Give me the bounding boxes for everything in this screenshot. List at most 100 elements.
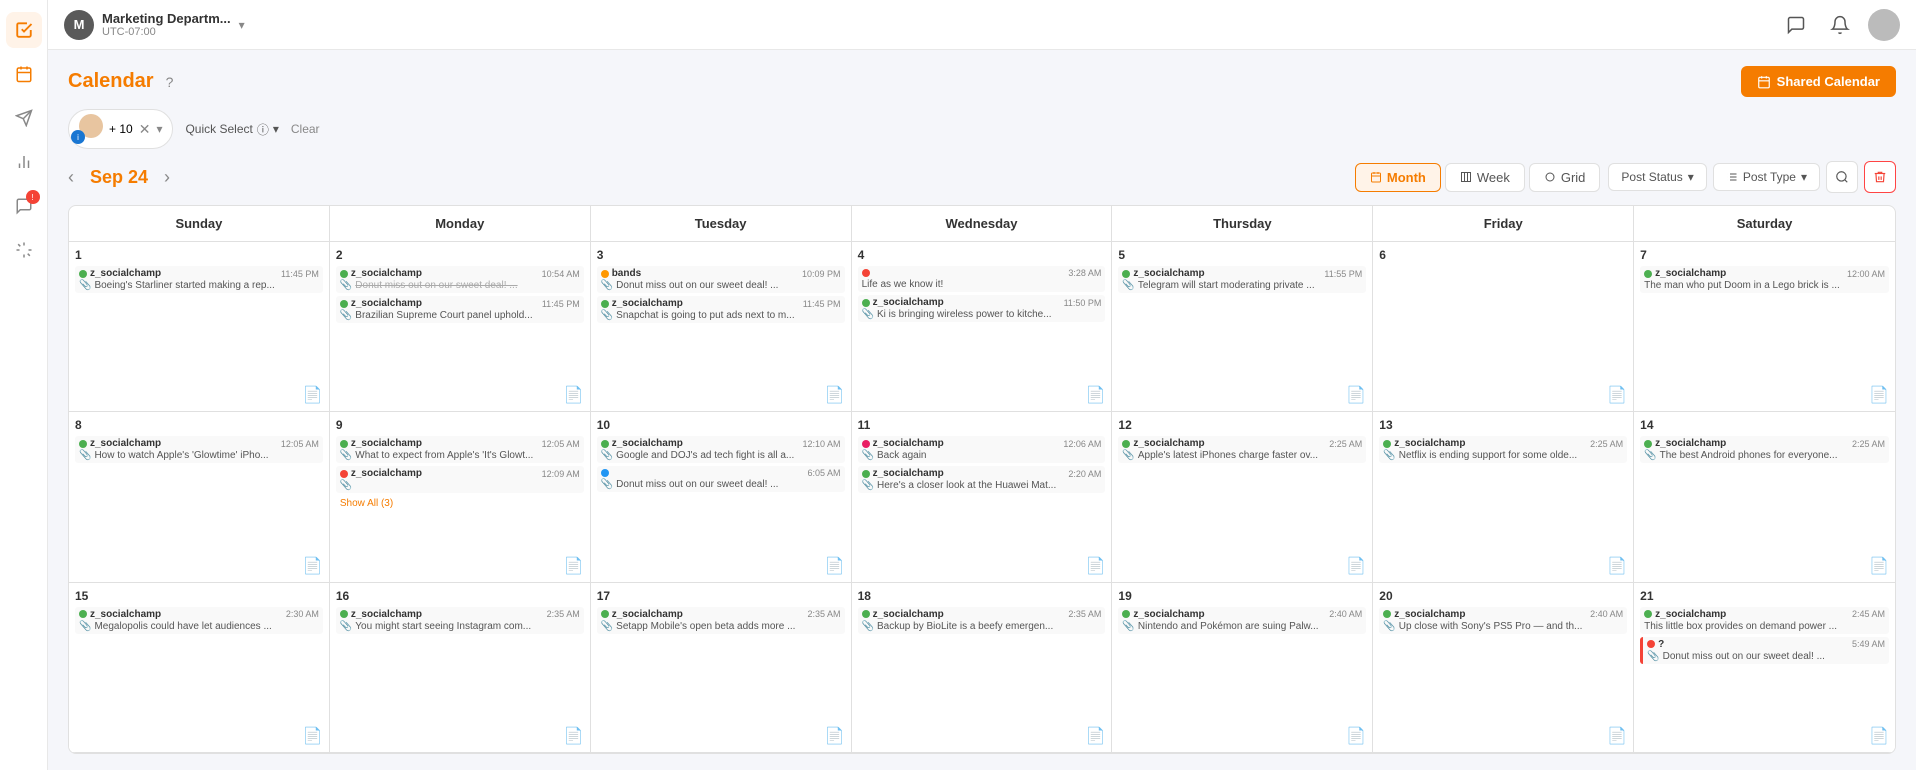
shared-calendar-label: Shared Calendar: [1777, 74, 1880, 89]
event-21-2[interactable]: ? 5:49 AM 📎Donut miss out on our sweet d…: [1640, 637, 1889, 664]
event-4-2[interactable]: z_socialchamp 11:50 PM 📎Ki is bringing w…: [858, 295, 1106, 322]
day-number-16: 16: [336, 589, 584, 603]
sidebar: !: [0, 0, 48, 770]
account-badge: i: [71, 130, 85, 144]
event-8-1[interactable]: z_socialchamp 12:05 AM 📎How to watch App…: [75, 436, 323, 463]
day-number-1: 1: [75, 248, 323, 262]
next-month-button[interactable]: ›: [164, 167, 170, 188]
event-5-1[interactable]: z_socialchamp 11:55 PM 📎Telegram will st…: [1118, 266, 1366, 293]
cal-cell-2: 2 z_socialchamp 10:54 AM 📎Donut miss out…: [330, 242, 591, 412]
event-16-1[interactable]: z_socialchamp 2:35 AM 📎You might start s…: [336, 607, 584, 634]
day-number-19: 19: [1118, 589, 1366, 603]
day-number-3: 3: [597, 248, 845, 262]
event-12-1[interactable]: z_socialchamp 2:25 AM 📎Apple's latest iP…: [1118, 436, 1366, 463]
header-monday: Monday: [330, 206, 591, 241]
day-number-21: 21: [1640, 589, 1889, 603]
post-type-filter[interactable]: Post Type ▾: [1713, 163, 1820, 191]
event-19-1[interactable]: z_socialchamp 2:40 AM 📎Nintendo and Poké…: [1118, 607, 1366, 634]
sidebar-item-calendar[interactable]: [6, 56, 42, 92]
event-10-1[interactable]: z_socialchamp 12:10 AM 📎Google and DOJ's…: [597, 436, 845, 463]
event-9-2[interactable]: z_socialchamp 12:09 AM 📎: [336, 466, 584, 493]
quick-select-dropdown[interactable]: ▾: [273, 122, 279, 136]
page-header: Calendar ? Shared Calendar: [68, 66, 1896, 97]
cell-footer-15: 📄: [303, 726, 323, 746]
shared-calendar-button[interactable]: Shared Calendar: [1741, 66, 1896, 97]
account-selector[interactable]: i + 10 ✕ ▾: [68, 109, 173, 149]
help-icon[interactable]: ?: [166, 74, 174, 90]
cell-footer-8: 📄: [303, 556, 323, 576]
header-friday: Friday: [1373, 206, 1634, 241]
cal-cell-16: 16 z_socialchamp 2:35 AM 📎You might star…: [330, 583, 591, 753]
brand-section: M Marketing Departm... UTC-07:00 ▾: [64, 10, 245, 40]
calendar-header: Sunday Monday Tuesday Wednesday Thursday…: [69, 206, 1895, 242]
cal-cell-11: 11 z_socialchamp 12:06 AM 📎Back again: [852, 412, 1113, 582]
event-7-1[interactable]: z_socialchamp 12:00 AM The man who put D…: [1640, 266, 1889, 293]
day-number-10: 10: [597, 418, 845, 432]
event-13-1[interactable]: z_socialchamp 2:25 AM 📎Netflix is ending…: [1379, 436, 1627, 463]
day-number-7: 7: [1640, 248, 1889, 262]
event-9-1[interactable]: z_socialchamp 12:05 AM 📎What to expect f…: [336, 436, 584, 463]
month-view-button[interactable]: Month: [1355, 163, 1441, 192]
messages-icon[interactable]: [1780, 9, 1812, 41]
day-number-17: 17: [597, 589, 845, 603]
event-11-2[interactable]: z_socialchamp 2:20 AM 📎Here's a closer l…: [858, 466, 1106, 493]
cal-cell-4: 4 3:28 AM Life as we know it!: [852, 242, 1113, 412]
cal-cell-21: 21 z_socialchamp 2:45 AM This little box…: [1634, 583, 1895, 753]
cal-cell-6: 6 📄: [1373, 242, 1634, 412]
grid-view-button[interactable]: Grid: [1529, 163, 1601, 192]
quick-select[interactable]: Quick Select ⓘ ▾: [185, 121, 278, 138]
cell-footer-1: 📄: [303, 385, 323, 405]
header-sunday: Sunday: [69, 206, 330, 241]
event-1-1[interactable]: z_socialchamp 11:45 PM 📎Boeing's Starlin…: [75, 266, 323, 293]
event-11-1[interactable]: z_socialchamp 12:06 AM 📎Back again: [858, 436, 1106, 463]
quick-select-label: Quick Select: [185, 122, 252, 136]
event-18-1[interactable]: z_socialchamp 2:35 AM 📎Backup by BioLite…: [858, 607, 1106, 634]
event-21-1[interactable]: z_socialchamp 2:45 AM This little box pr…: [1640, 607, 1889, 634]
event-3-1[interactable]: bands 10:09 PM 📎Donut miss out on our sw…: [597, 266, 845, 293]
brand-dropdown-icon[interactable]: ▾: [239, 18, 245, 32]
post-status-filter[interactable]: Post Status ▾: [1608, 163, 1706, 191]
cal-cell-9: 9 z_socialchamp 12:05 AM 📎What to expect…: [330, 412, 591, 582]
cell-footer-16: 📄: [564, 726, 584, 746]
show-all-9[interactable]: Show All (3): [336, 496, 584, 511]
notifications-icon[interactable]: [1824, 9, 1856, 41]
event-2-2[interactable]: z_socialchamp 11:45 PM 📎Brazilian Suprem…: [336, 296, 584, 323]
sidebar-item-listening[interactable]: [6, 232, 42, 268]
clear-button[interactable]: Clear: [291, 122, 320, 136]
event-14-1[interactable]: z_socialchamp 2:25 AM 📎The best Android …: [1640, 436, 1889, 463]
cell-footer-21: 📄: [1869, 726, 1889, 746]
user-avatar[interactable]: [1868, 9, 1900, 41]
header-wednesday: Wednesday: [852, 206, 1113, 241]
week-view-button[interactable]: Week: [1445, 163, 1525, 192]
prev-month-button[interactable]: ‹: [68, 167, 74, 188]
cal-cell-5: 5 z_socialchamp 11:55 PM 📎Telegram will …: [1112, 242, 1373, 412]
sidebar-item-tasks[interactable]: [6, 12, 42, 48]
event-2-1[interactable]: z_socialchamp 10:54 AM 📎Donut miss out o…: [336, 266, 584, 293]
event-3-2[interactable]: z_socialchamp 11:45 PM 📎Snapchat is goin…: [597, 296, 845, 323]
event-4-1[interactable]: 3:28 AM Life as we know it!: [858, 266, 1106, 292]
clear-accounts-icon[interactable]: ✕: [139, 121, 151, 138]
day-number-11: 11: [858, 418, 1106, 432]
cell-footer-3: 📄: [825, 385, 845, 405]
day-number-15: 15: [75, 589, 323, 603]
cal-cell-17: 17 z_socialchamp 2:35 AM 📎Setapp Mobile'…: [591, 583, 852, 753]
cal-cell-14: 14 z_socialchamp 2:25 AM 📎The best Andro…: [1634, 412, 1895, 582]
event-17-1[interactable]: z_socialchamp 2:35 AM 📎Setapp Mobile's o…: [597, 607, 845, 634]
sidebar-item-analytics[interactable]: [6, 144, 42, 180]
day-number-9: 9: [336, 418, 584, 432]
event-20-1[interactable]: z_socialchamp 2:40 AM 📎Up close with Son…: [1379, 607, 1627, 634]
day-number-14: 14: [1640, 418, 1889, 432]
day-number-20: 20: [1379, 589, 1627, 603]
cell-footer-17: 📄: [825, 726, 845, 746]
sidebar-item-messages[interactable]: !: [6, 188, 42, 224]
post-type-label: Post Type: [1743, 170, 1796, 184]
delete-button[interactable]: [1864, 161, 1896, 193]
event-15-1[interactable]: z_socialchamp 2:30 AM 📎Megalopolis could…: [75, 607, 323, 634]
cell-footer-10: 📄: [825, 556, 845, 576]
search-button[interactable]: [1826, 161, 1858, 193]
sidebar-item-publish[interactable]: [6, 100, 42, 136]
accounts-dropdown-icon[interactable]: ▾: [156, 122, 162, 136]
cell-footer-13: 📄: [1607, 556, 1627, 576]
cell-footer-19: 📄: [1346, 726, 1366, 746]
event-10-2[interactable]: 6:05 AM 📎Donut miss out on our sweet dea…: [597, 466, 845, 492]
